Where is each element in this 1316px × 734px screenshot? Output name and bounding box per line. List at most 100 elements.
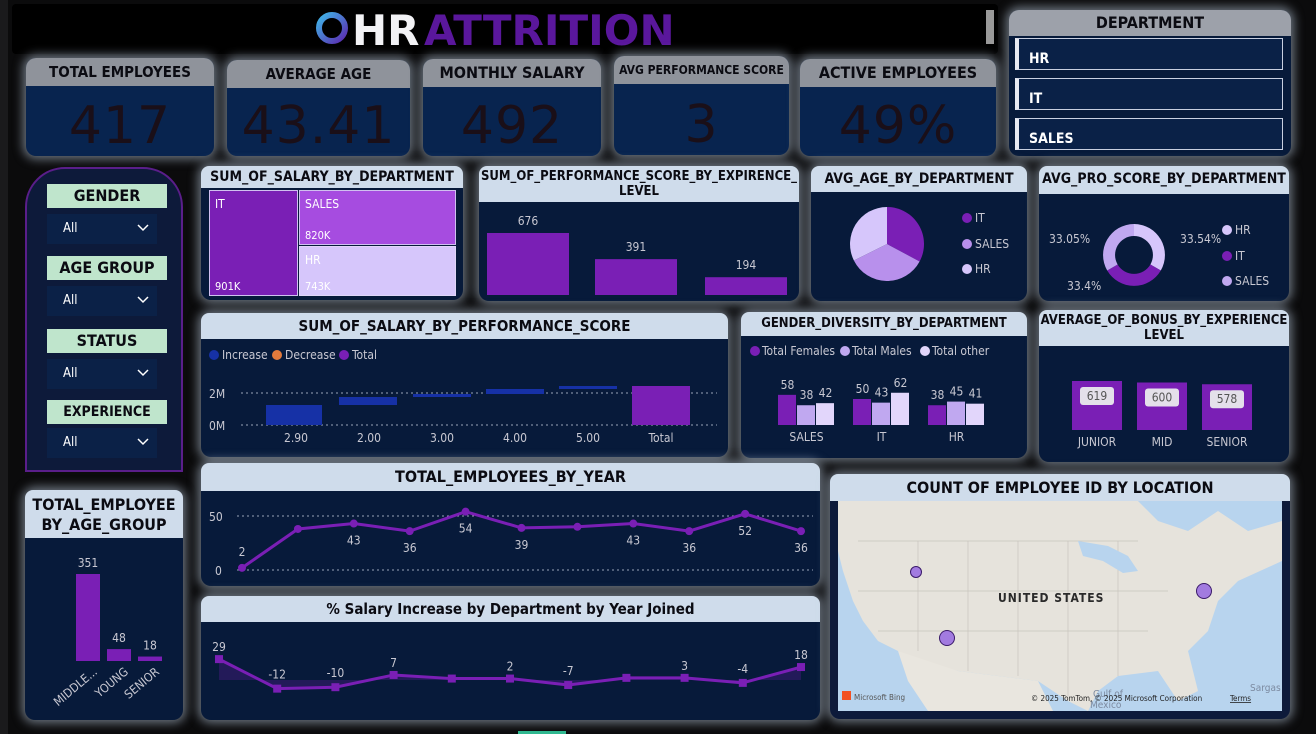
gender-bar-label: 62 xyxy=(894,376,908,390)
gender-bar[interactable] xyxy=(853,399,871,425)
increase-point[interactable] xyxy=(797,663,805,672)
bonus-title-line1: AVERAGE_OF_BONUS_BY_EXPERIENCE xyxy=(1040,313,1288,328)
chevron-down-icon xyxy=(137,369,149,377)
treemap-hr[interactable]: HR 743K xyxy=(299,246,456,296)
gender-xtick: IT xyxy=(877,430,887,444)
increase-point[interactable] xyxy=(389,670,398,679)
performance-by-experience-card: SUM_OF_PERFORMANCE_SCORE_BY_EXPIRENCE_ L… xyxy=(479,166,799,301)
waterfall-bar-4-00[interactable] xyxy=(486,389,544,394)
perf-bar[interactable] xyxy=(487,233,569,295)
age-bar[interactable] xyxy=(107,649,131,661)
bonus-value: 619 xyxy=(1087,389,1108,403)
waterfall-bar-3-00[interactable] xyxy=(413,394,471,397)
age-bar[interactable] xyxy=(138,656,162,661)
increase-point[interactable] xyxy=(738,678,747,687)
year-point[interactable] xyxy=(685,527,694,536)
department-option-hr[interactable]: HR xyxy=(1015,38,1283,70)
map-card: COUNT OF EMPLOYEE ID BY LOCATION UNITED … xyxy=(830,474,1290,719)
waterfall-bar-total[interactable] xyxy=(632,386,690,425)
treemap-hr-label: HR xyxy=(305,253,321,267)
gender-bar[interactable] xyxy=(966,403,984,425)
increase-point[interactable] xyxy=(331,683,340,692)
perf-bar[interactable] xyxy=(595,259,677,295)
bonus-title-line2: LEVEL xyxy=(1144,328,1184,343)
map-point-seattle[interactable] xyxy=(910,566,922,578)
gender-bar[interactable] xyxy=(778,394,796,425)
year-point[interactable] xyxy=(573,522,582,531)
title-scrollbar[interactable] xyxy=(986,10,994,44)
increase-point[interactable] xyxy=(622,673,631,682)
chevron-down-icon xyxy=(137,296,149,304)
legend-males: Total Males xyxy=(851,344,912,358)
waterfall-bar-5-00[interactable] xyxy=(559,386,617,389)
legend-hr: HR xyxy=(975,262,991,276)
year-point[interactable] xyxy=(797,527,805,536)
age-bar[interactable] xyxy=(76,574,100,661)
age-xtick: MIDDLE... xyxy=(51,665,100,709)
gender-bar-label: 38 xyxy=(800,388,814,402)
department-option-sales[interactable]: SALES xyxy=(1015,118,1283,150)
map-point-los-angeles[interactable] xyxy=(939,630,955,646)
legend-hr: HR xyxy=(1235,223,1251,237)
experience-filter-dropdown[interactable]: All xyxy=(47,428,157,458)
gender-bar-label: 45 xyxy=(950,385,964,399)
increase-point[interactable] xyxy=(680,673,689,682)
employee-by-age-card: TOTAL_EMPLOYEE BY_AGE_GROUP 351 MIDDLE...… xyxy=(25,490,183,720)
gender-bar-label: 42 xyxy=(819,386,833,400)
treemap-hr-value: 743K xyxy=(305,280,331,293)
performance-title-line2: LEVEL xyxy=(619,184,659,199)
map-view[interactable]: UNITED STATES Gulf of Mexico Sargas Micr… xyxy=(838,501,1282,711)
age-group-filter-dropdown[interactable]: All xyxy=(47,286,157,316)
employee-by-age-chart: 351MIDDLE...48YOUNG18SENIOR xyxy=(51,556,162,709)
increase-point[interactable] xyxy=(215,655,223,664)
xtick: Total xyxy=(647,431,673,445)
year-point[interactable] xyxy=(293,524,302,533)
donut-slice-it[interactable] xyxy=(1103,224,1134,271)
perf-bar[interactable] xyxy=(705,277,787,295)
year-point[interactable] xyxy=(741,509,750,518)
map-point-boston[interactable] xyxy=(1196,583,1212,599)
waterfall-bar-2-90[interactable] xyxy=(266,405,322,425)
year-point[interactable] xyxy=(349,519,358,528)
xtick: 2.90 xyxy=(284,431,308,445)
gender-filter-label: GENDER xyxy=(47,184,167,208)
kpi-label: TOTAL EMPLOYEES xyxy=(26,58,214,86)
gender-bar[interactable] xyxy=(947,401,965,425)
year-point[interactable] xyxy=(629,519,638,528)
donut-slice-sales[interactable] xyxy=(1107,264,1161,286)
year-point[interactable] xyxy=(238,563,246,572)
kpi-value: 492 xyxy=(460,96,564,156)
increase-point[interactable] xyxy=(564,681,573,690)
year-point[interactable] xyxy=(461,507,470,516)
donut-slice-hr[interactable] xyxy=(1134,224,1165,271)
gender-bar[interactable] xyxy=(797,405,815,425)
increase-point[interactable] xyxy=(273,684,282,693)
gender-filter-dropdown[interactable]: All xyxy=(47,214,157,244)
year-point[interactable] xyxy=(517,523,526,532)
increase-point[interactable] xyxy=(506,674,514,683)
year-point[interactable] xyxy=(405,527,414,536)
increase-point-label: 29 xyxy=(212,640,226,654)
gender-diversity-card: GENDER_DIVERSITY_BY_DEPARTMENT Total Fem… xyxy=(741,312,1027,458)
gender-bar[interactable] xyxy=(816,403,834,425)
kpi-label: ACTIVE EMPLOYEES xyxy=(800,59,996,87)
kpi-active-employees: ACTIVE EMPLOYEES 49% xyxy=(800,59,996,156)
department-option-it[interactable]: IT xyxy=(1015,78,1283,110)
year-point-label: 39 xyxy=(515,538,529,552)
status-filter-dropdown[interactable]: All xyxy=(47,359,157,389)
waterfall-chart: Increase Decrease Total 2M 0M 2.90 2.00 … xyxy=(209,348,717,445)
gender-bar[interactable] xyxy=(928,405,946,425)
map-svg: UNITED STATES Gulf of Mexico Sargas Micr… xyxy=(838,501,1282,711)
age-title-line1: TOTAL_EMPLOYEE xyxy=(32,495,176,514)
treemap-sales[interactable]: SALES 820K xyxy=(299,190,456,245)
increase-point-label: -4 xyxy=(737,662,748,676)
performance-bar-chart: 676 391 194 xyxy=(487,214,787,295)
logo-ring-icon xyxy=(316,12,348,44)
gender-bar[interactable] xyxy=(872,402,890,425)
increase-point[interactable] xyxy=(447,674,456,683)
left-edge xyxy=(0,0,8,734)
treemap-it[interactable]: IT 901K xyxy=(209,190,298,296)
gender-bar[interactable] xyxy=(891,392,909,425)
map-terms-link[interactable]: Terms xyxy=(1229,694,1251,703)
waterfall-bar-2-00[interactable] xyxy=(339,397,397,405)
